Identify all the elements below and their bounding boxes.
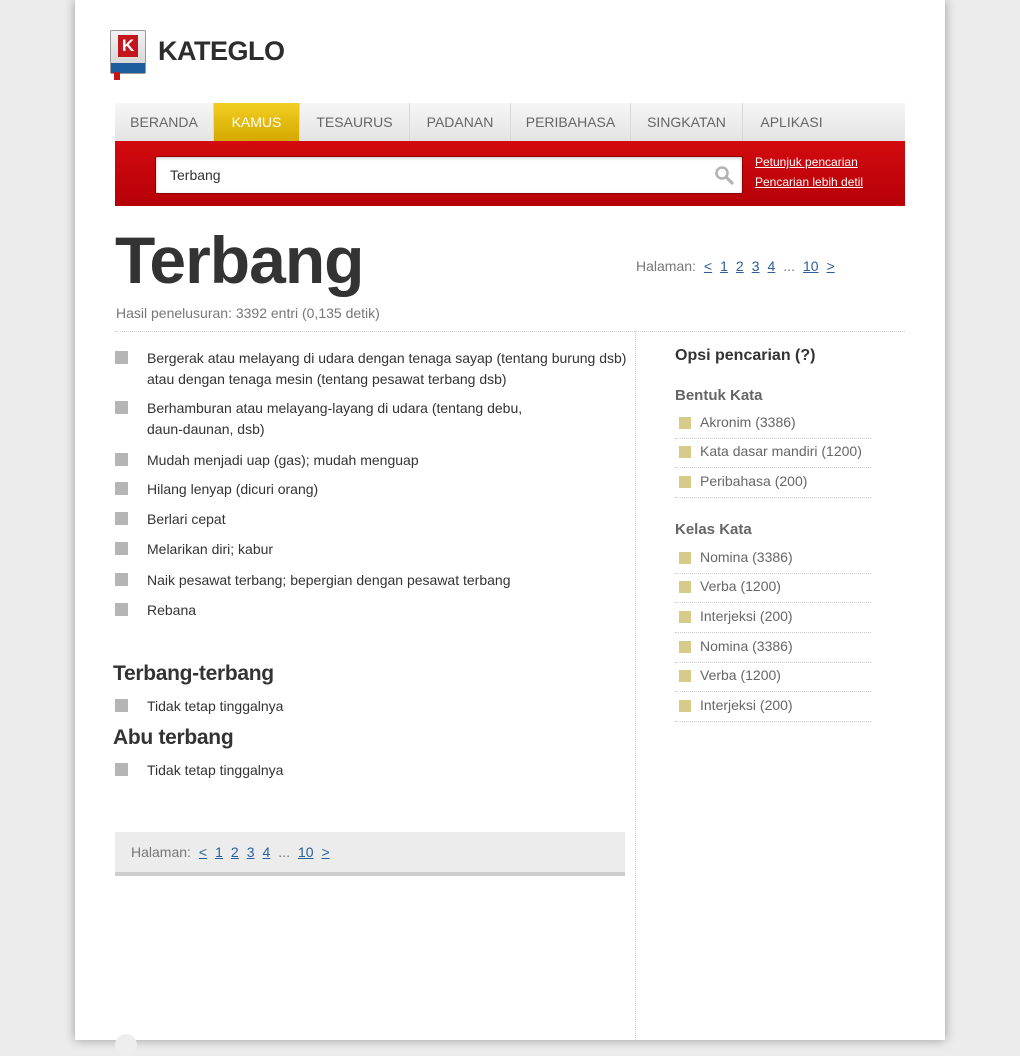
definition-text: Tidak tetap tinggalnya [147, 762, 284, 778]
filter-option-label: Akronim (3386) [700, 414, 796, 430]
definition-text: Rebana [147, 602, 197, 618]
page-container: K KATEGLO BERANDA KAMUS TESAURUS PADANAN… [75, 0, 945, 1056]
tab-singkatan[interactable]: SINGKATAN [631, 103, 743, 141]
filter-option[interactable]: Interjeksi (200) [675, 603, 871, 633]
checkbox-icon[interactable] [679, 581, 691, 593]
bullet-square-icon [115, 603, 128, 616]
logo-book-icon: K [110, 30, 146, 80]
pagination-label: Halaman: [636, 258, 696, 274]
page-link-last[interactable]: 10 [803, 258, 819, 274]
filter-option[interactable]: Interjeksi (200) [675, 692, 871, 722]
checkbox-icon[interactable] [679, 611, 691, 623]
pagination-ellipsis: ... [278, 844, 290, 860]
page-link-1[interactable]: 1 [720, 258, 728, 274]
definition-text: Naik pesawat terbang; bepergian dengan p… [147, 572, 511, 588]
checkbox-icon[interactable] [679, 700, 691, 712]
filter-option[interactable]: Nomina (3386) [675, 633, 871, 663]
filter-option-label: Peribahasa (200) [700, 473, 808, 489]
filter-option[interactable]: Kata dasar mandiri (1200) [675, 438, 871, 468]
tab-padanan[interactable]: PADANAN [410, 103, 511, 141]
page-prev-link[interactable]: < [199, 844, 207, 860]
checkbox-icon[interactable] [679, 641, 691, 653]
filter-option-label: Kata dasar mandiri (1200) [700, 443, 862, 459]
checkbox-icon[interactable] [679, 446, 691, 458]
page-prev-link[interactable]: < [704, 258, 712, 274]
tab-beranda[interactable]: BERANDA [115, 103, 214, 141]
logo-letter: K [118, 35, 138, 57]
checkbox-icon[interactable] [679, 417, 691, 429]
filter-option-label: Verba (1200) [700, 667, 781, 683]
pagination-top: Halaman: <1 2 3 4... 10 > [636, 258, 843, 274]
filter-option-label: Interjeksi (200) [700, 608, 793, 624]
bullet-square-icon [115, 351, 128, 364]
bullet-square-icon [115, 453, 128, 466]
tab-tesaurus[interactable]: TESAURUS [300, 103, 410, 141]
tab-kamus[interactable]: KAMUS [214, 103, 300, 141]
filter-option[interactable]: Nomina (3386) [675, 544, 871, 574]
page-link-1[interactable]: 1 [215, 844, 223, 860]
subentry-title: Abu terbang [113, 726, 234, 749]
search-help-link[interactable]: Petunjuk pencarian [755, 155, 858, 169]
bullet-square-icon [115, 542, 128, 555]
search-input[interactable] [168, 164, 702, 186]
checkbox-icon[interactable] [679, 476, 691, 488]
advanced-search-link[interactable]: Pencarian lebih detil [755, 175, 863, 189]
filter-option[interactable]: Peribahasa (200) [675, 468, 871, 498]
filter-option-label: Verba (1200) [700, 578, 781, 594]
page-link-2[interactable]: 2 [736, 258, 744, 274]
definition-text: Berhamburan atau melayang-layang di udar… [147, 400, 523, 437]
pagination-label: Halaman: [131, 844, 191, 860]
page-link-3[interactable]: 3 [752, 258, 760, 274]
site-name: KATEGLO [158, 36, 285, 66]
search-options-title: Opsi pencarian (?) [675, 347, 816, 364]
search-box [155, 156, 743, 194]
checkbox-icon[interactable] [679, 552, 691, 564]
bullet-square-icon [115, 401, 128, 414]
page-link-3[interactable]: 3 [247, 844, 255, 860]
bullet-square-icon [115, 512, 128, 525]
column-divider [635, 331, 636, 1040]
page-next-link[interactable]: > [827, 258, 835, 274]
page-link-4[interactable]: 4 [768, 258, 776, 274]
filter-option[interactable]: Akronim (3386) [675, 409, 871, 439]
bullet-square-icon [115, 573, 128, 586]
pagination-ellipsis: ... [783, 258, 795, 274]
main-nav: BERANDA KAMUS TESAURUS PADANAN PERIBAHAS… [115, 103, 905, 142]
pagination-bottom: Halaman: <1 2 3 4... 10 > [131, 844, 338, 860]
site-logo[interactable]: K KATEGLO [110, 30, 310, 80]
filter-option-label: Interjeksi (200) [700, 697, 793, 713]
page-next-link[interactable]: > [322, 844, 330, 860]
bullet-square-icon [115, 699, 128, 712]
filter-option-label: Nomina (3386) [700, 638, 793, 654]
page-title: Terbang [115, 223, 364, 297]
definition-text: Mudah menjadi uap (gas); mudah menguap [147, 452, 419, 468]
definition-text: Melarikan diri; kabur [147, 541, 274, 557]
result-info: Hasil penelusuran: 3392 entri (0,135 det… [116, 305, 380, 321]
tab-aplikasi[interactable]: APLIKASI [743, 103, 840, 141]
filter-heading-kelas-kata: Kelas Kata [675, 521, 752, 538]
filter-heading-bentuk-kata: Bentuk Kata [675, 387, 763, 404]
definition-text: Hilang lenyap (dicuri orang) [147, 481, 319, 497]
search-bar: Petunjuk pencarian Pencarian lebih detil [115, 141, 905, 206]
page-link-2[interactable]: 2 [231, 844, 239, 860]
filter-option[interactable]: Verba (1200) [675, 662, 871, 692]
page-link-last[interactable]: 10 [298, 844, 314, 860]
divider [115, 331, 905, 332]
filter-option[interactable]: Verba (1200) [675, 573, 871, 603]
bullet-square-icon [115, 763, 128, 776]
search-icon[interactable] [714, 165, 734, 185]
pagination-bottom-box: Halaman: <1 2 3 4... 10 > [115, 832, 625, 876]
tab-peribahasa[interactable]: PERIBAHASA [511, 103, 631, 141]
definition-text: Bergerak atau melayang di udara dengan t… [147, 350, 627, 387]
filter-option-label: Nomina (3386) [700, 549, 793, 565]
bullet-square-icon [115, 482, 128, 495]
page-link-4[interactable]: 4 [263, 844, 271, 860]
definition-text: Berlari cepat [147, 511, 226, 527]
definition-text: Tidak tetap tinggalnya [147, 698, 284, 714]
scroll-top-button[interactable] [115, 1034, 137, 1056]
subentry-title: Terbang-terbang [113, 662, 274, 685]
checkbox-icon[interactable] [679, 670, 691, 682]
